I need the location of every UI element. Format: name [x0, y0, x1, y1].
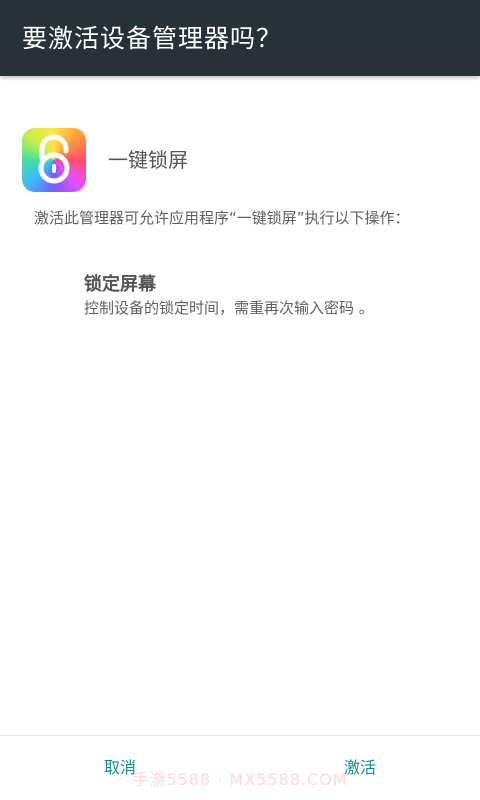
policy-title: 锁定屏幕: [84, 274, 156, 295]
dialog-title: 要激活设备管理器吗？: [22, 24, 283, 53]
cancel-button[interactable]: 取消: [80, 736, 160, 800]
policy-item-lock-screen: 锁定屏幕 控制设备的锁定时间，需重再次输入密码 。: [84, 272, 464, 318]
policy-description: 控制设备的锁定时间，需重再次输入密码 。: [84, 299, 374, 317]
activation-description: 激活此管理器可允许应用程序“一键锁屏”执行以下操作：: [34, 209, 410, 227]
activate-button[interactable]: 激活: [320, 736, 400, 800]
action-bar: 取消 激活 手游5588 · MX5588.COM: [0, 735, 480, 800]
device-admin-activation-screen: 要激活设备管理器吗？ 一键锁屏 激活此管理器可允许应用程序“一键锁屏”执行以下操…: [0, 0, 480, 800]
app-name: 一键锁屏: [108, 148, 188, 172]
app-info-row: 一键锁屏: [22, 128, 462, 192]
rainbow-padlock-icon: [22, 128, 86, 192]
title-bar: 要激活设备管理器吗？: [0, 0, 480, 76]
